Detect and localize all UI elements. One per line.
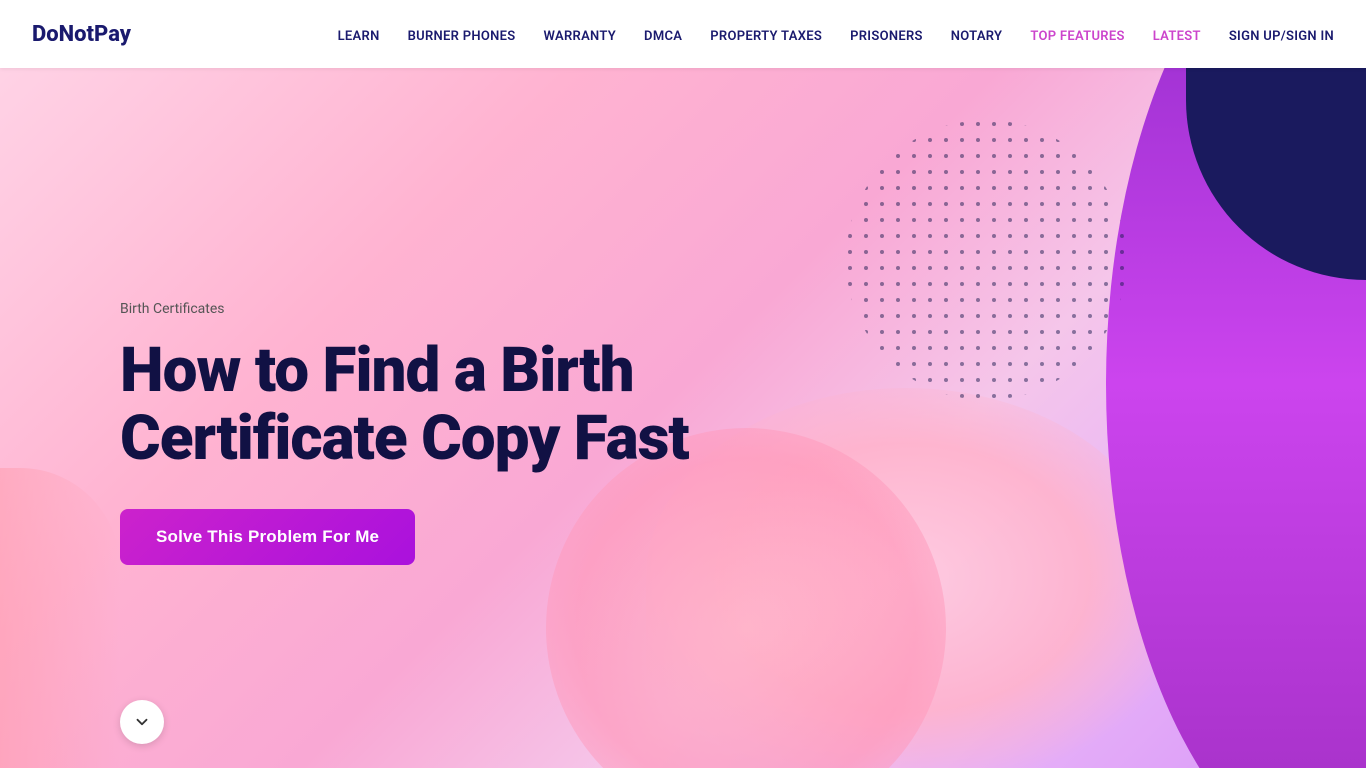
site-logo[interactable]: DoNotPay: [32, 22, 131, 47]
nav-property-taxes[interactable]: PROPERTY TAXES: [710, 29, 822, 44]
cta-button[interactable]: Solve This Problem For Me: [120, 509, 415, 565]
breadcrumb: Birth Certificates: [120, 301, 689, 317]
scroll-down-button[interactable]: [120, 700, 164, 744]
nav-learn[interactable]: LEARN: [338, 29, 380, 44]
hero-section: Birth Certificates How to Find a Birth C…: [0, 0, 1366, 768]
nav-warranty[interactable]: WARRANTY: [544, 29, 617, 44]
nav-links: LEARN BURNER PHONES WARRANTY DMCA PROPER…: [171, 25, 1334, 44]
nav-dmca[interactable]: DMCA: [644, 29, 682, 44]
nav-top-features[interactable]: TOP FEATURES: [1030, 29, 1124, 44]
nav-sign-in[interactable]: SIGN UP/SIGN IN: [1229, 29, 1334, 44]
nav-prisoners[interactable]: PRISONERS: [850, 29, 923, 44]
hero-content: Birth Certificates How to Find a Birth C…: [0, 271, 689, 565]
hero-title: How to Find a Birth Certificate Copy Fas…: [120, 337, 689, 473]
dots-pattern: [846, 120, 1126, 400]
hero-title-line2: Certificate Copy Fast: [120, 402, 689, 475]
nav-burner-phones[interactable]: BURNER PHONES: [408, 29, 516, 44]
navbar: DoNotPay LEARN BURNER PHONES WARRANTY DM…: [0, 0, 1366, 68]
nav-latest[interactable]: LATEST: [1153, 29, 1201, 44]
chevron-down-icon: [133, 713, 151, 731]
nav-notary[interactable]: NOTARY: [951, 29, 1003, 44]
hero-title-line1: How to Find a Birth: [120, 334, 634, 407]
